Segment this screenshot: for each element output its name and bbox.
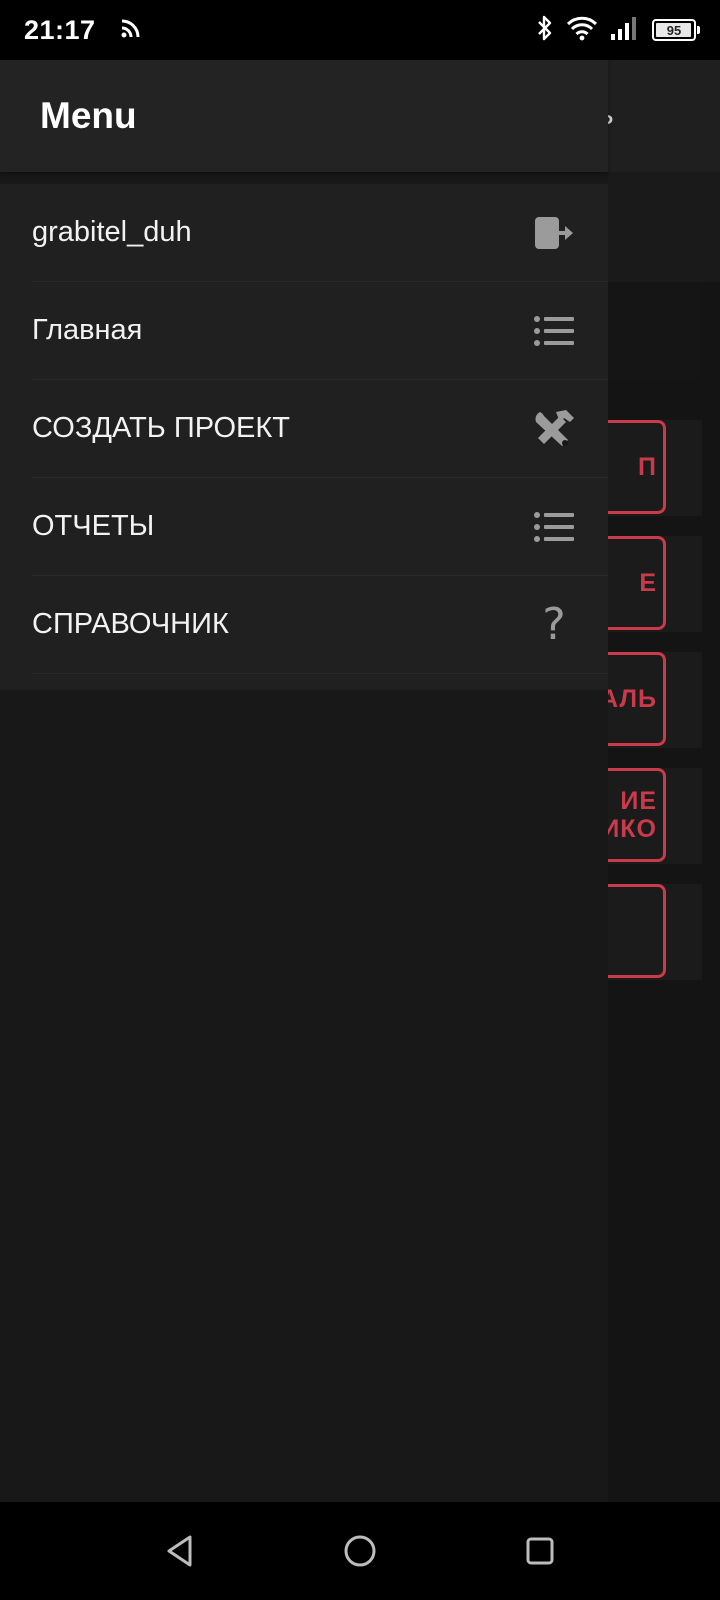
bluetooth-icon [536,15,554,46]
menu-item-label: grabitel_duh [32,216,192,248]
list-icon [532,505,576,549]
menu-item-reports[interactable]: ОТЧЕТЫ [32,478,608,576]
recents-button[interactable] [515,1526,565,1576]
menu-item-label: СОЗДАТЬ ПРОЕКТ [32,412,290,444]
menu-item-label: Главная [32,314,143,346]
menu-item-label: ОТЧЕТЫ [32,510,155,542]
home-button[interactable] [335,1526,385,1576]
drawer-header: Menu [0,60,608,172]
battery-level: 95 [666,22,682,38]
recents-icon [526,1537,554,1565]
wifi-icon [566,15,598,46]
list-icon [532,309,576,353]
status-time: 21:17 [24,14,96,45]
menu-item-home[interactable]: Главная [32,282,608,380]
back-button[interactable] [155,1526,205,1576]
back-icon [167,1535,192,1567]
menu-item-account-logout[interactable]: grabitel_duh [32,184,608,282]
signal-icon [610,15,640,46]
cast-icon [120,17,142,44]
status-left: 21:17 [24,15,142,46]
drawer-menu-list: grabitel_duh Главная СОЗДАТЬ ПРОЕКТ ОТЧЕ… [0,184,608,690]
menu-item-label: СПРАВОЧНИК [32,608,229,640]
system-navigation-bar [0,1502,720,1600]
drawer-title: Menu [40,95,137,136]
logout-icon[interactable] [532,211,576,255]
navigation-drawer: Menu grabitel_duh Главная СОЗДАТЬ ПРОЕКТ… [0,60,608,1502]
help-glyph: ? [542,599,566,650]
tools-icon [532,407,576,451]
home-icon [344,1535,376,1567]
battery-icon: 95 [652,19,700,41]
help-icon: ? [532,599,576,650]
status-right: 95 [536,15,700,46]
menu-item-reference[interactable]: СПРАВОЧНИК ? [32,576,608,674]
menu-item-create-project[interactable]: СОЗДАТЬ ПРОЕКТ [32,380,608,478]
status-bar: 21:17 95 [0,0,720,60]
